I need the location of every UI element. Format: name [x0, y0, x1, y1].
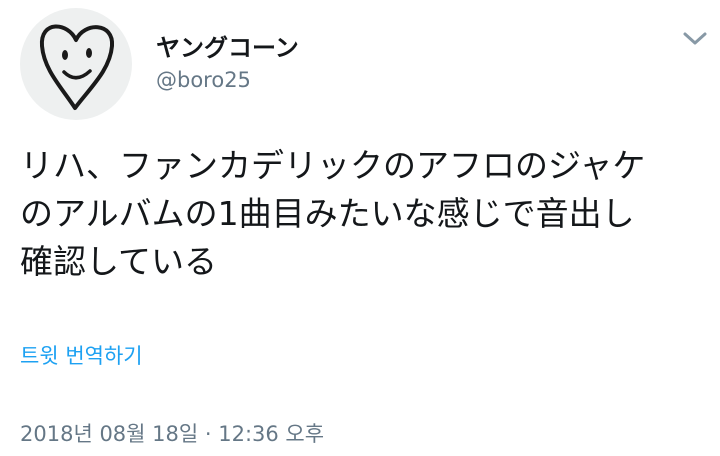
tweet-text-line: 確認している [20, 242, 218, 281]
tweet-timestamp[interactable]: 2018년 08월 18일 · 12:36 오후 [20, 418, 324, 448]
tweet-card: ヤングコーン @boro25 リハ、ファンカデリックのアフロのジャケ のアルバム… [0, 0, 720, 456]
tweet-text-line: のアルバムの1曲目みたいな感じで音出し [20, 194, 635, 233]
translate-tweet-link[interactable]: 트윗 번역하기 [20, 340, 143, 370]
heart-face-avatar-icon [39, 24, 115, 110]
username-handle[interactable]: @boro25 [156, 68, 251, 92]
display-name[interactable]: ヤングコーン [156, 28, 299, 63]
tweet-menu-button[interactable] [682, 30, 708, 48]
tweet-text: リハ、ファンカデリックのアフロのジャケ のアルバムの1曲目みたいな感じで音出し … [20, 142, 710, 286]
avatar[interactable] [20, 8, 132, 120]
tweet-text-line: リハ、ファンカデリックのアフロのジャケ [20, 146, 646, 185]
chevron-down-icon [683, 32, 707, 45]
